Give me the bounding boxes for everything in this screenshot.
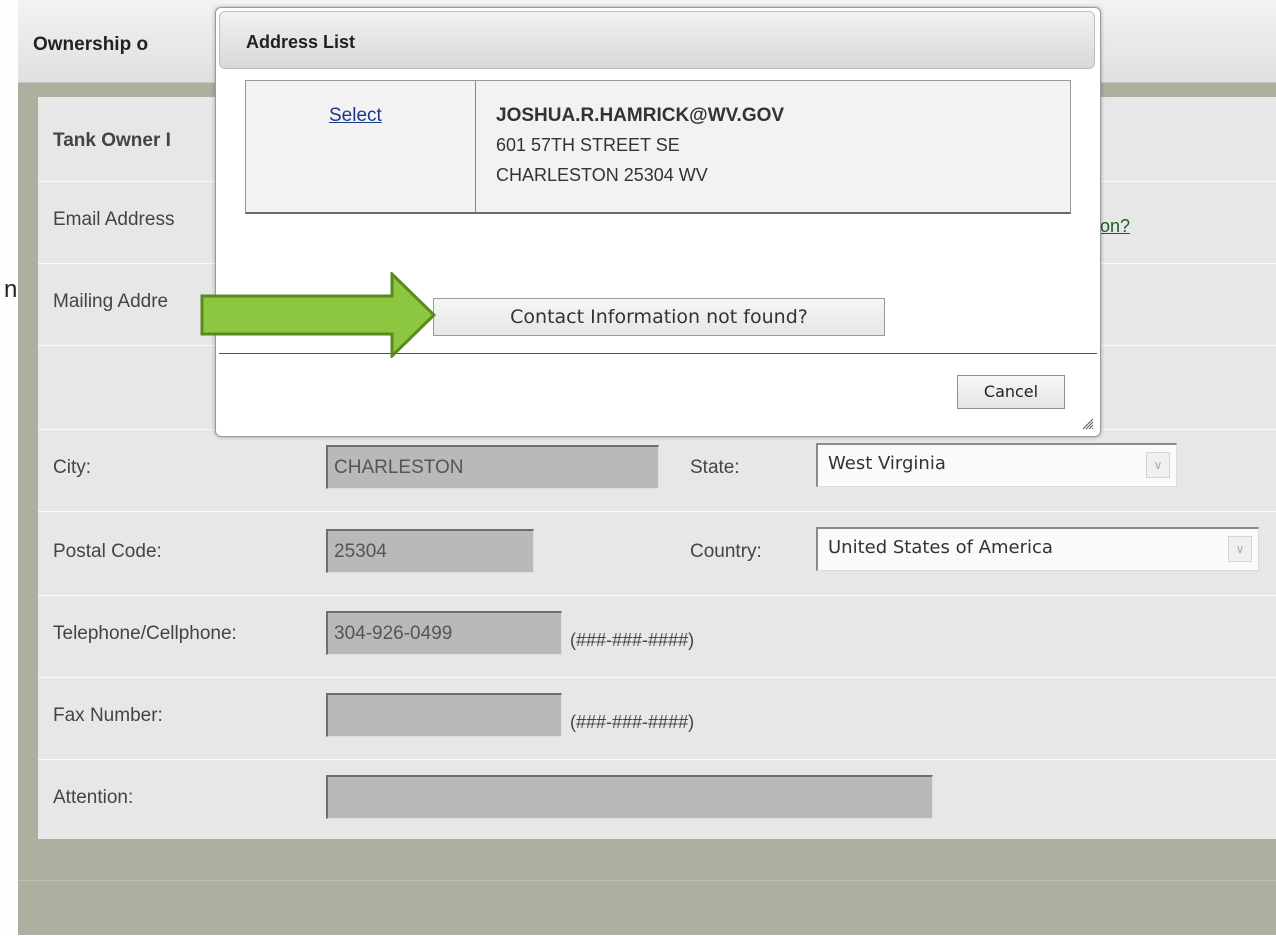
dialog-title: Address List [246,32,356,52]
right-arrow-icon [200,272,436,358]
fax-format-hint: (###-###-####) [570,712,695,732]
address-table: Select JOSHUA.R.HAMRICK@WV.GOV 601 57TH … [245,80,1071,214]
telephone-label: Telephone/Cellphone: [53,623,237,644]
country-select-value: United States of America [828,537,1053,558]
chevron-down-icon[interactable]: ∨ [1228,536,1252,562]
resize-grip-icon[interactable] [1080,416,1094,430]
state-select[interactable]: West Virginia ∨ [816,443,1177,487]
state-label: State: [690,457,740,478]
tank-owner-heading: Tank Owner I [53,130,171,151]
attention-input[interactable] [326,775,933,819]
postal-code-input[interactable]: 25304 [326,529,534,573]
section-title: Ownership o [33,34,149,55]
telephone-input[interactable]: 304-926-0499 [326,611,562,655]
column-divider [475,81,476,213]
postal-country-row: Postal Code: 25304 Country: United State… [38,511,1276,596]
email-lookup-link[interactable]: on? [1100,216,1130,237]
address-list-dialog: Address List Select JOSHUA.R.HAMRICK@WV.… [215,7,1101,437]
city-state-row: City: CHARLESTON State: West Virginia ∨ [38,429,1276,512]
city-input[interactable]: CHARLESTON [326,445,659,489]
city-label: City: [53,457,91,478]
attention-label: Attention: [53,787,134,808]
country-select[interactable]: United States of America ∨ [816,527,1259,571]
fax-label: Fax Number: [53,705,163,726]
cancel-button[interactable]: Cancel [957,375,1065,409]
contact-not-found-button[interactable]: Contact Information not found? [433,298,885,336]
postal-code-label: Postal Code: [53,541,162,562]
telephone-format-hint: (###-###-####) [570,630,695,650]
slide-edge-text: n [4,276,18,303]
select-address-link[interactable]: Select [329,105,382,127]
address-city-zip-state: CHARLESTON 25304 WV [496,165,708,185]
attention-row: Attention: [38,759,1276,839]
footer-band [18,880,1276,936]
email-label: Email Address [53,209,175,230]
address-email: JOSHUA.R.HAMRICK@WV.GOV [496,105,785,126]
fax-input[interactable] [326,693,562,737]
state-select-value: West Virginia [828,453,946,474]
telephone-row: Telephone/Cellphone: 304-926-0499 (###-#… [38,595,1276,678]
dialog-titlebar[interactable]: Address List [219,11,1095,69]
mailing-address-label: Mailing Addre [53,291,169,312]
fax-row: Fax Number: (###-###-####) [38,677,1276,760]
chevron-down-icon[interactable]: ∨ [1146,452,1170,478]
address-street: 601 57TH STREET SE [496,135,680,155]
country-label: Country: [690,541,762,562]
